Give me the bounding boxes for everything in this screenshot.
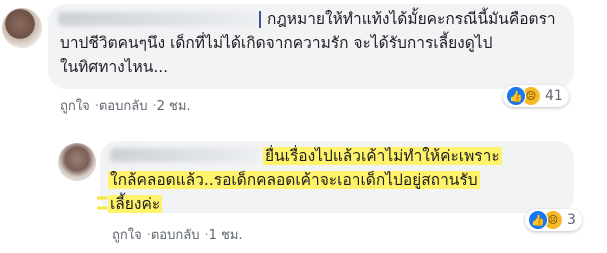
comment-text-line: ยื่นเรื่องไปแล้วเค้าไม่ทำให้ค่ะเพราะ — [263, 144, 502, 168]
comment-actions: ถูกใจ ·ตอบกลับ ·1 ชม. — [112, 224, 243, 245]
text-cursor — [259, 11, 261, 28]
redacted-commenter-name — [58, 12, 258, 26]
highlighted-text: ใกล้คลอดแล้ว..รอเด็กคลอดเค้าจะเอาเด็กไปอ… — [108, 171, 480, 189]
timestamp[interactable]: 2 ชม. — [157, 99, 191, 114]
commenter-avatar[interactable] — [58, 143, 96, 181]
highlighted-text: เลี้ยงค่ะ — [108, 195, 163, 213]
reaction-count: 41 — [545, 88, 563, 104]
comment-text-line: ในทิศทางไหน... — [60, 58, 169, 76]
reaction-count: 3 — [567, 212, 576, 228]
like-link[interactable]: ถูกใจ — [60, 99, 90, 114]
highlight-scribble — [97, 196, 107, 210]
comment-text-line: ใกล้คลอดแล้ว..รอเด็กคลอดเค้าจะเอาเด็กไปอ… — [108, 168, 480, 192]
timestamp[interactable]: 1 ชม. — [209, 228, 243, 243]
comment-actions: ถูกใจ ·ตอบกลับ ·2 ชม. — [60, 95, 191, 116]
redacted-commenter-name — [110, 148, 258, 162]
reaction-summary[interactable]: 👍 ☹ 3 — [525, 209, 582, 231]
reply-link[interactable]: ตอบกลับ — [99, 99, 148, 114]
comment-text-line: เลี้ยงค่ะ — [108, 192, 163, 216]
highlighted-text: ยื่นเรื่องไปแล้วเค้าไม่ทำให้ค่ะเพราะ — [263, 147, 502, 165]
thumbs-up-icon: 👍 — [528, 210, 548, 230]
commenter-avatar[interactable] — [2, 8, 42, 48]
like-link[interactable]: ถูกใจ — [112, 228, 142, 243]
comment-text-line: บาปชีวิตคนๆนึง เด็กที่ไม่ได้เกิดจากความร… — [60, 34, 493, 52]
thumbs-up-icon: 👍 — [506, 86, 526, 106]
reaction-summary[interactable]: 👍 ☹ 41 — [503, 85, 569, 107]
comment-text-line: กฎหมายให้ทำแท้งได้มั้ยคะกรณีนี้มันคือตรา — [267, 10, 556, 28]
reply-link[interactable]: ตอบกลับ — [151, 228, 200, 243]
